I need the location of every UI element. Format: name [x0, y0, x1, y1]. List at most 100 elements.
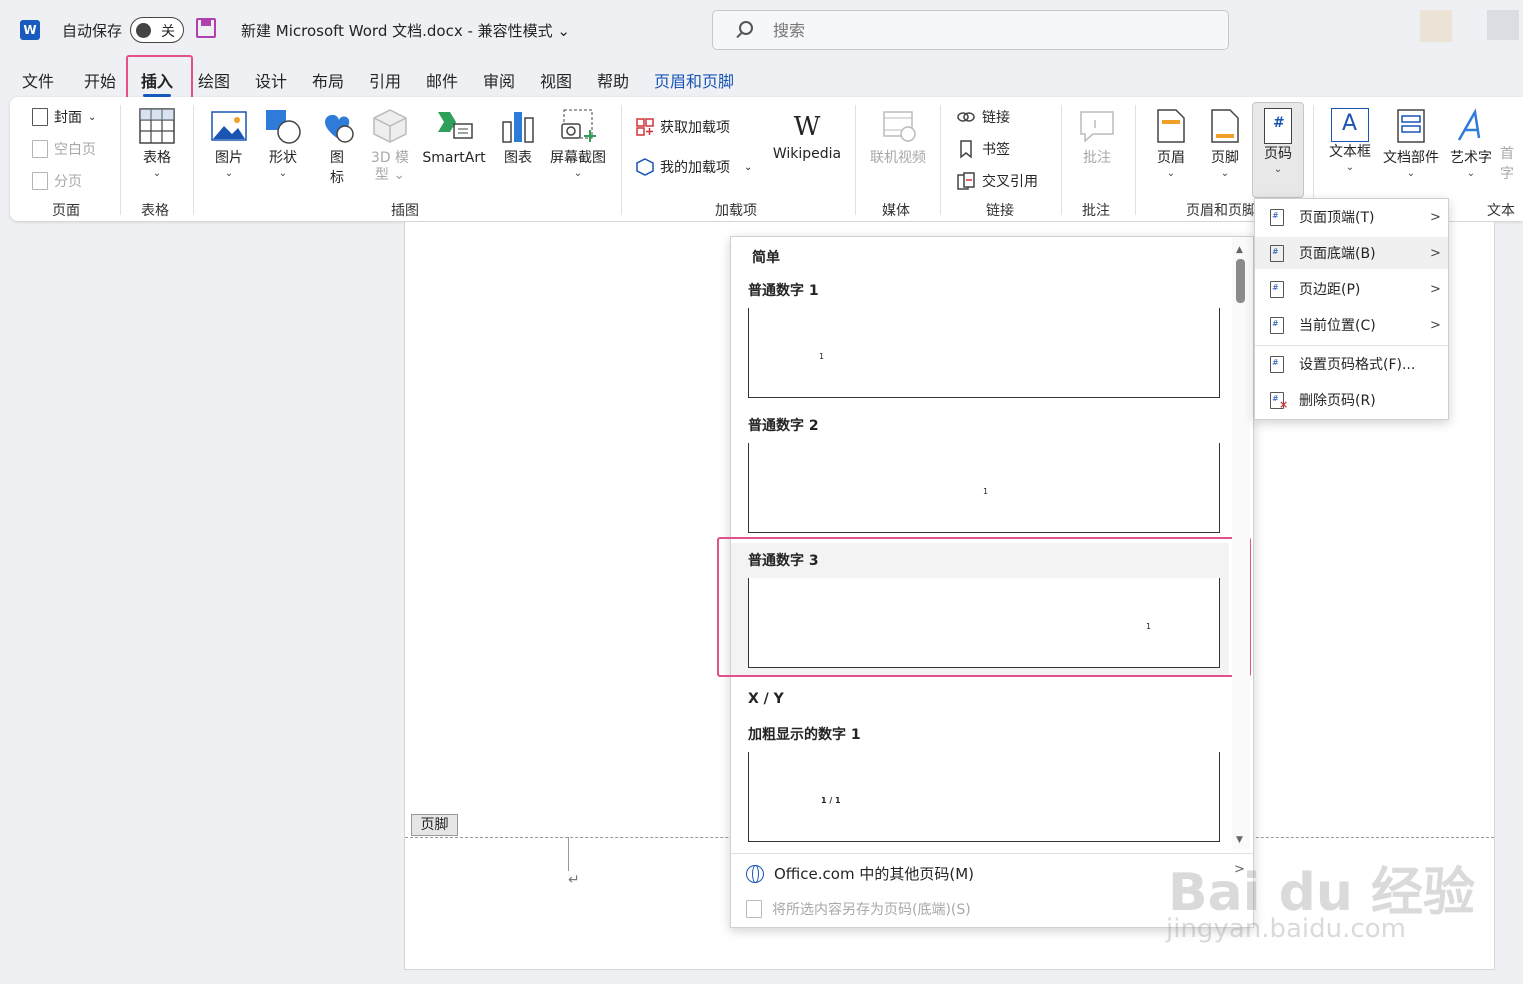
group-label-media: 媒体 — [882, 203, 910, 219]
submenu-remove-page-numbers[interactable]: ×删除页码(R) — [1255, 384, 1448, 416]
gallery-item-title: 普通数字 1 — [748, 283, 819, 299]
shapes-icon — [266, 110, 301, 144]
picture-icon — [211, 111, 247, 141]
header-icon — [1157, 109, 1185, 143]
tab-references[interactable]: 引用 — [369, 68, 401, 92]
my-addins-button[interactable]: 我的加载项 ⌄ — [636, 157, 752, 177]
submenu-current-position[interactable]: 当前位置(C)> — [1255, 309, 1448, 341]
window-control[interactable] — [1487, 10, 1519, 40]
chevron-right-icon: > — [1430, 245, 1441, 261]
group-label-text: 文本 — [1487, 203, 1515, 219]
footer-icon — [1211, 109, 1239, 143]
quick-parts-icon — [1397, 109, 1425, 143]
tab-layout[interactable]: 布局 — [312, 68, 344, 92]
gallery-section-xy: X / Y — [748, 691, 784, 707]
save-gallery-icon — [746, 900, 762, 918]
ribbon-divider — [193, 105, 194, 215]
group-label-table: 表格 — [141, 203, 169, 219]
link-button[interactable]: 链接 — [956, 107, 1010, 127]
page-number-icon: # — [1264, 108, 1292, 144]
user-avatar[interactable] — [1420, 10, 1452, 42]
submenu-top-of-page[interactable]: 页面顶端(T)> — [1255, 201, 1448, 233]
ribbon-divider — [621, 105, 622, 215]
submenu-divider — [1255, 345, 1448, 346]
drop-cap-button[interactable]: 首字 — [1500, 108, 1523, 184]
bookmark-button[interactable]: 书签 — [956, 139, 1010, 159]
smartart-icon — [438, 112, 473, 139]
wordart-button[interactable]: 艺术字 ⌄ — [1446, 108, 1496, 180]
online-video-button[interactable]: 联机视频 — [866, 108, 930, 168]
textbox-button[interactable]: A 文本框 ⌄ — [1326, 108, 1374, 174]
smartart-button[interactable]: SmartArt — [420, 108, 488, 168]
tab-mailings[interactable]: 邮件 — [426, 68, 458, 92]
save-icon[interactable] — [196, 18, 216, 38]
header-button[interactable]: 页眉 ⌄ — [1151, 108, 1191, 180]
gallery-item-bold-number-1[interactable]: 1 / 1 — [748, 752, 1220, 842]
submenu-bottom-of-page[interactable]: 页面底端(B)> — [1255, 237, 1448, 269]
page-break-button[interactable]: 分页 — [32, 171, 82, 191]
screenshot-icon — [561, 109, 596, 142]
chevron-right-icon: > — [1430, 281, 1441, 297]
table-button[interactable]: 表格 ⌄ — [136, 108, 178, 180]
gallery-item-title: 加粗显示的数字 1 — [748, 727, 861, 743]
cover-page-button[interactable]: 封面 ⌄ — [32, 107, 96, 127]
gallery-item-plain-number-2[interactable]: 1 — [748, 443, 1220, 533]
page-top-icon — [1270, 208, 1284, 226]
paragraph-mark: ↵ — [568, 872, 580, 888]
more-page-numbers-item[interactable]: Office.com 中的其他页码(M) — [746, 863, 974, 884]
bar-chart-icon — [502, 112, 534, 143]
scrollbar-thumb[interactable] — [1236, 259, 1245, 303]
tab-design[interactable]: 设计 — [255, 68, 287, 92]
comment-button[interactable]: 批注 — [1074, 108, 1120, 168]
tab-view[interactable]: 视图 — [540, 68, 572, 92]
icons-button[interactable]: 图标 — [318, 108, 356, 188]
group-label-addins: 加载项 — [715, 203, 757, 219]
autosave-toggle[interactable]: 关 — [130, 17, 184, 43]
table-icon — [139, 108, 175, 144]
page-number-button[interactable]: # 页码 ⌄ — [1258, 108, 1298, 176]
search-box[interactable] — [712, 10, 1229, 50]
chart-button[interactable]: 图表 — [499, 108, 537, 168]
screenshot-button[interactable]: 屏幕截图 ⌄ — [547, 108, 609, 180]
icons-icon — [325, 114, 354, 143]
tab-file[interactable]: 文件 — [22, 68, 54, 92]
ribbon-divider — [1061, 105, 1062, 215]
get-addins-button[interactable]: 获取加载项 — [636, 117, 730, 137]
picture-button[interactable]: 图片 ⌄ — [208, 108, 250, 180]
cross-reference-button[interactable]: 交叉引用 — [956, 171, 1038, 191]
gallery-item-title: 普通数字 2 — [748, 418, 819, 434]
submenu-format-page-numbers[interactable]: 设置页码格式(F)... — [1255, 348, 1448, 380]
search-input[interactable] — [773, 19, 1073, 41]
group-label-pages: 页面 — [52, 203, 80, 219]
tab-header-footer[interactable]: 页眉和页脚 — [654, 68, 734, 92]
tab-home[interactable]: 开始 — [84, 68, 116, 92]
store-icon — [636, 118, 654, 136]
group-label-illustrations: 插图 — [391, 203, 419, 219]
insert-tab-highlight — [126, 55, 193, 100]
gallery-item-plain-number-1[interactable]: 1 — [748, 308, 1220, 398]
scroll-down-icon[interactable]: ▼ — [1236, 835, 1243, 845]
wikipedia-button[interactable]: W Wikipedia — [770, 110, 844, 164]
autosave-state: 关 — [161, 24, 175, 40]
footer-button[interactable]: 页脚 ⌄ — [1205, 108, 1245, 180]
shapes-button[interactable]: 形状 ⌄ — [262, 108, 304, 180]
link-icon — [957, 112, 975, 122]
submenu-page-margins[interactable]: 页边距(P)> — [1255, 273, 1448, 305]
group-label-header-footer: 页眉和页脚 — [1186, 203, 1256, 219]
word-app-icon: W — [20, 20, 40, 40]
3d-models-button[interactable]: 3D 模型 ⌄ — [368, 108, 412, 182]
page-bottom-icon — [1270, 244, 1284, 262]
scroll-up-icon[interactable]: ▲ — [1236, 245, 1243, 255]
blank-page-button[interactable]: 空白页 — [32, 139, 96, 159]
save-selection-item[interactable]: 将所选内容另存为页码(底端)(S) — [746, 899, 971, 919]
group-label-comments: 批注 — [1082, 203, 1110, 219]
quick-parts-button[interactable]: 文档部件 ⌄ — [1380, 108, 1442, 180]
tab-help[interactable]: 帮助 — [597, 68, 629, 92]
document-title[interactable]: 新建 Microsoft Word 文档.docx - 兼容性模式 ⌄ — [241, 20, 570, 41]
gallery-scrollbar[interactable]: ▲ ▼ — [1232, 237, 1250, 849]
addin-cube-icon — [636, 158, 654, 176]
ribbon-divider — [855, 105, 856, 215]
tab-draw[interactable]: 绘图 — [198, 68, 230, 92]
page-margin-icon — [1270, 280, 1284, 298]
tab-review[interactable]: 审阅 — [483, 68, 515, 92]
